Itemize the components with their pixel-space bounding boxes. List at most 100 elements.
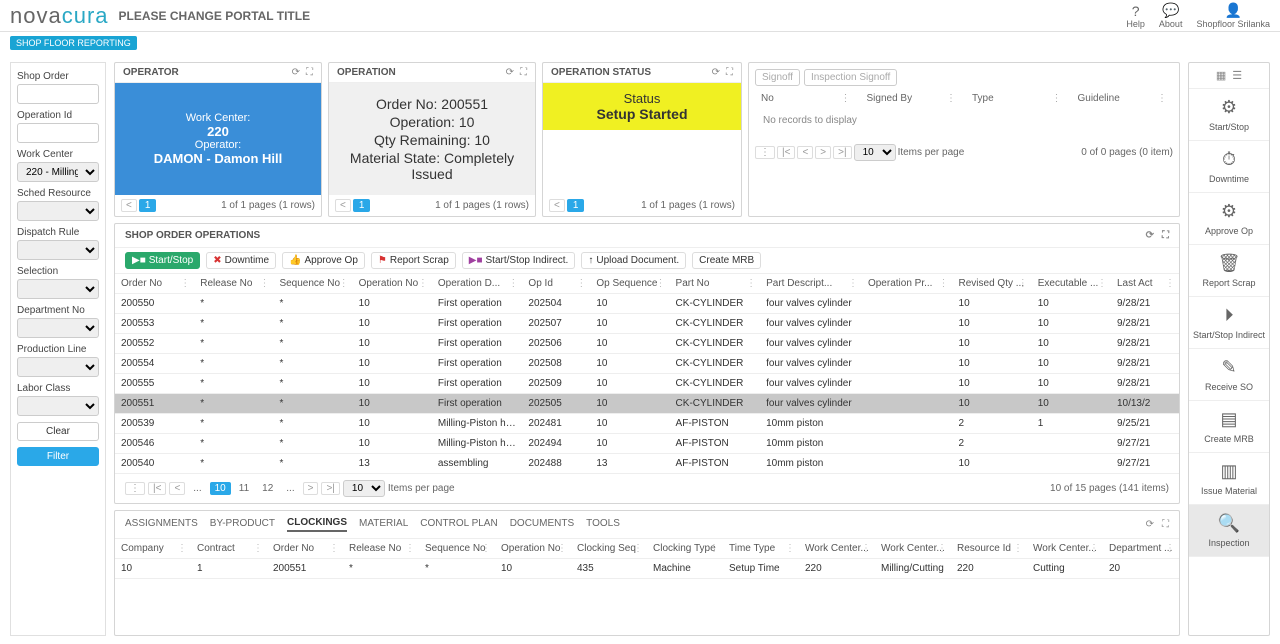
operation-id-input[interactable]	[17, 123, 99, 143]
expand-icon[interactable]: ⛶	[726, 67, 733, 78]
col-type[interactable]: Type⋮	[966, 90, 1068, 107]
page-tag[interactable]: SHOP FLOOR REPORTING	[10, 36, 137, 50]
tab-clockings[interactable]: CLOCKINGS	[287, 517, 347, 532]
page-11[interactable]: 11	[234, 482, 254, 495]
col-sequence-no[interactable]: Sequence No⋮	[419, 539, 495, 559]
signoff-button[interactable]: Signoff	[755, 69, 800, 86]
tab-by-product[interactable]: BY-PRODUCT	[210, 518, 275, 531]
table-row[interactable]: 200551**10First operation20250510CK-CYLI…	[115, 394, 1179, 414]
col-sequence-no[interactable]: Sequence No⋮	[273, 274, 352, 294]
refresh-icon[interactable]: ⟳	[1146, 230, 1154, 241]
col-clocking-type[interactable]: Clocking Type⋮	[647, 539, 723, 559]
shop-order-input[interactable]	[17, 84, 99, 104]
col-contract[interactable]: Contract⋮	[191, 539, 267, 559]
dispatch-rule-select[interactable]	[17, 240, 99, 260]
table-row[interactable]: 200555**10First operation20250910CK-CYLI…	[115, 374, 1179, 394]
col-release-no[interactable]: Release No⋮	[343, 539, 419, 559]
table-row[interactable]: 200539**10Milling-Piston head20248110AF-…	[115, 414, 1179, 434]
action-start-stop[interactable]: ⚙Start/Stop	[1189, 89, 1269, 141]
menu-btn[interactable]: ⋮	[125, 482, 145, 495]
col-revised-qty-[interactable]: Revised Qty ...⋮	[953, 274, 1032, 294]
action-downtime[interactable]: ⏱Downtime	[1189, 141, 1269, 193]
expand-icon[interactable]: ⛶	[306, 67, 313, 78]
col-signed-by[interactable]: Signed By⋮	[861, 90, 963, 107]
tab-tools[interactable]: TOOLS	[586, 518, 620, 531]
department-no-select[interactable]	[17, 318, 99, 338]
action-create-mrb[interactable]: ▤Create MRB	[1189, 401, 1269, 453]
help-button[interactable]: ?Help	[1126, 3, 1145, 29]
col-resource-id[interactable]: Resource Id⋮	[951, 539, 1027, 559]
expand-icon[interactable]: ⛶	[1162, 519, 1169, 530]
clear-button[interactable]: Clear	[17, 422, 99, 441]
expand-icon[interactable]: ⛶	[1162, 230, 1169, 241]
filter-button[interactable]: Filter	[17, 447, 99, 466]
col-part-no[interactable]: Part No⋮	[670, 274, 761, 294]
col-operation-pr-[interactable]: Operation Pr...⋮	[862, 274, 953, 294]
tab-documents[interactable]: DOCUMENTS	[510, 518, 574, 531]
col-op-sequence[interactable]: Op Sequence⋮	[590, 274, 669, 294]
col-op-id[interactable]: Op Id⋮	[522, 274, 590, 294]
page-dots2[interactable]: ...	[281, 482, 299, 495]
list-view-icon[interactable]: ☰	[1232, 69, 1242, 82]
col-operation-no[interactable]: Operation No⋮	[495, 539, 571, 559]
col-order-no[interactable]: Order No⋮	[115, 274, 194, 294]
page-10[interactable]: 10	[210, 482, 231, 495]
expand-icon[interactable]: ⛶	[520, 67, 527, 78]
col-executable-[interactable]: Executable ...⋮	[1032, 274, 1111, 294]
col-operation-d-[interactable]: Operation D...⋮	[432, 274, 523, 294]
page-1[interactable]: 1	[353, 199, 371, 212]
col-release-no[interactable]: Release No⋮	[194, 274, 273, 294]
prev-page[interactable]: <	[335, 199, 351, 212]
approve-op-button[interactable]: 👍Approve Op	[282, 252, 365, 269]
refresh-icon[interactable]: ⟳	[292, 67, 300, 78]
col-operation-no[interactable]: Operation No⋮	[353, 274, 432, 294]
tab-assignments[interactable]: ASSIGNMENTS	[125, 518, 198, 531]
downtime-button[interactable]: ✖Downtime	[206, 252, 276, 269]
work-center-select[interactable]: 220 - Milling/C...	[17, 162, 99, 182]
col-clocking-seq[interactable]: Clocking Seq⋮	[571, 539, 647, 559]
action-report-scrap[interactable]: 🗑Report Scrap	[1189, 245, 1269, 297]
production-line-select[interactable]	[17, 357, 99, 377]
tab-control-plan[interactable]: CONTROL PLAN	[420, 518, 497, 531]
action-approve-op[interactable]: ⚙Approve Op	[1189, 193, 1269, 245]
page-12[interactable]: 12	[257, 482, 278, 495]
refresh-icon[interactable]: ⟳	[1146, 519, 1154, 530]
last-page[interactable]: >|	[833, 146, 851, 159]
about-button[interactable]: 💬About	[1159, 2, 1183, 29]
next-page[interactable]: >	[815, 146, 831, 159]
table-row[interactable]: 200553**10First operation20250710CK-CYLI…	[115, 314, 1179, 334]
grid-view-icon[interactable]: ▦	[1216, 69, 1226, 82]
prev-page[interactable]: <	[121, 199, 137, 212]
action-receive-so[interactable]: ✎Receive SO	[1189, 349, 1269, 401]
col-order-no[interactable]: Order No⋮	[267, 539, 343, 559]
items-per-page-select[interactable]: 10	[854, 144, 896, 161]
prev-page[interactable]: <	[549, 199, 565, 212]
action-issue-material[interactable]: ▥Issue Material	[1189, 453, 1269, 505]
col-last-act[interactable]: Last Act⋮	[1111, 274, 1179, 294]
col-guideline[interactable]: Guideline⋮	[1072, 90, 1174, 107]
col-company[interactable]: Company⋮	[115, 539, 191, 559]
create-mrb-button[interactable]: Create MRB	[692, 252, 761, 269]
selection-select[interactable]	[17, 279, 99, 299]
page-1[interactable]: 1	[567, 199, 585, 212]
col-department-[interactable]: Department ...⋮	[1103, 539, 1179, 559]
col-work-center-[interactable]: Work Center...⋮	[799, 539, 875, 559]
col-work-center-[interactable]: Work Center...⋮	[875, 539, 951, 559]
sched-resource-select[interactable]	[17, 201, 99, 221]
table-row[interactable]: 200540**13assembling20248813AF-PISTON10m…	[115, 454, 1179, 474]
labor-class-select[interactable]	[17, 396, 99, 416]
page-1[interactable]: 1	[139, 199, 157, 212]
table-row[interactable]: 200550**10First operation20250410CK-CYLI…	[115, 294, 1179, 314]
start-stop-indirect-button[interactable]: ▶■Start/Stop Indirect.	[462, 252, 576, 269]
report-scrap-button[interactable]: ⚑Report Scrap	[371, 252, 456, 269]
items-per-page-select[interactable]: 10	[343, 480, 385, 497]
last-page[interactable]: >|	[321, 482, 339, 495]
upload-document-button[interactable]: ↑Upload Document.	[581, 252, 686, 269]
refresh-icon[interactable]: ⟳	[712, 67, 720, 78]
first-page[interactable]: |<	[777, 146, 795, 159]
action-inspection[interactable]: 🔍Inspection	[1189, 505, 1269, 557]
table-row[interactable]: 200546**10Milling-Piston head20249410AF-…	[115, 434, 1179, 454]
start-stop-button[interactable]: ▶■Start/Stop	[125, 252, 200, 269]
table-row[interactable]: 200554**10First operation20250810CK-CYLI…	[115, 354, 1179, 374]
table-row[interactable]: 200552**10First operation20250610CK-CYLI…	[115, 334, 1179, 354]
